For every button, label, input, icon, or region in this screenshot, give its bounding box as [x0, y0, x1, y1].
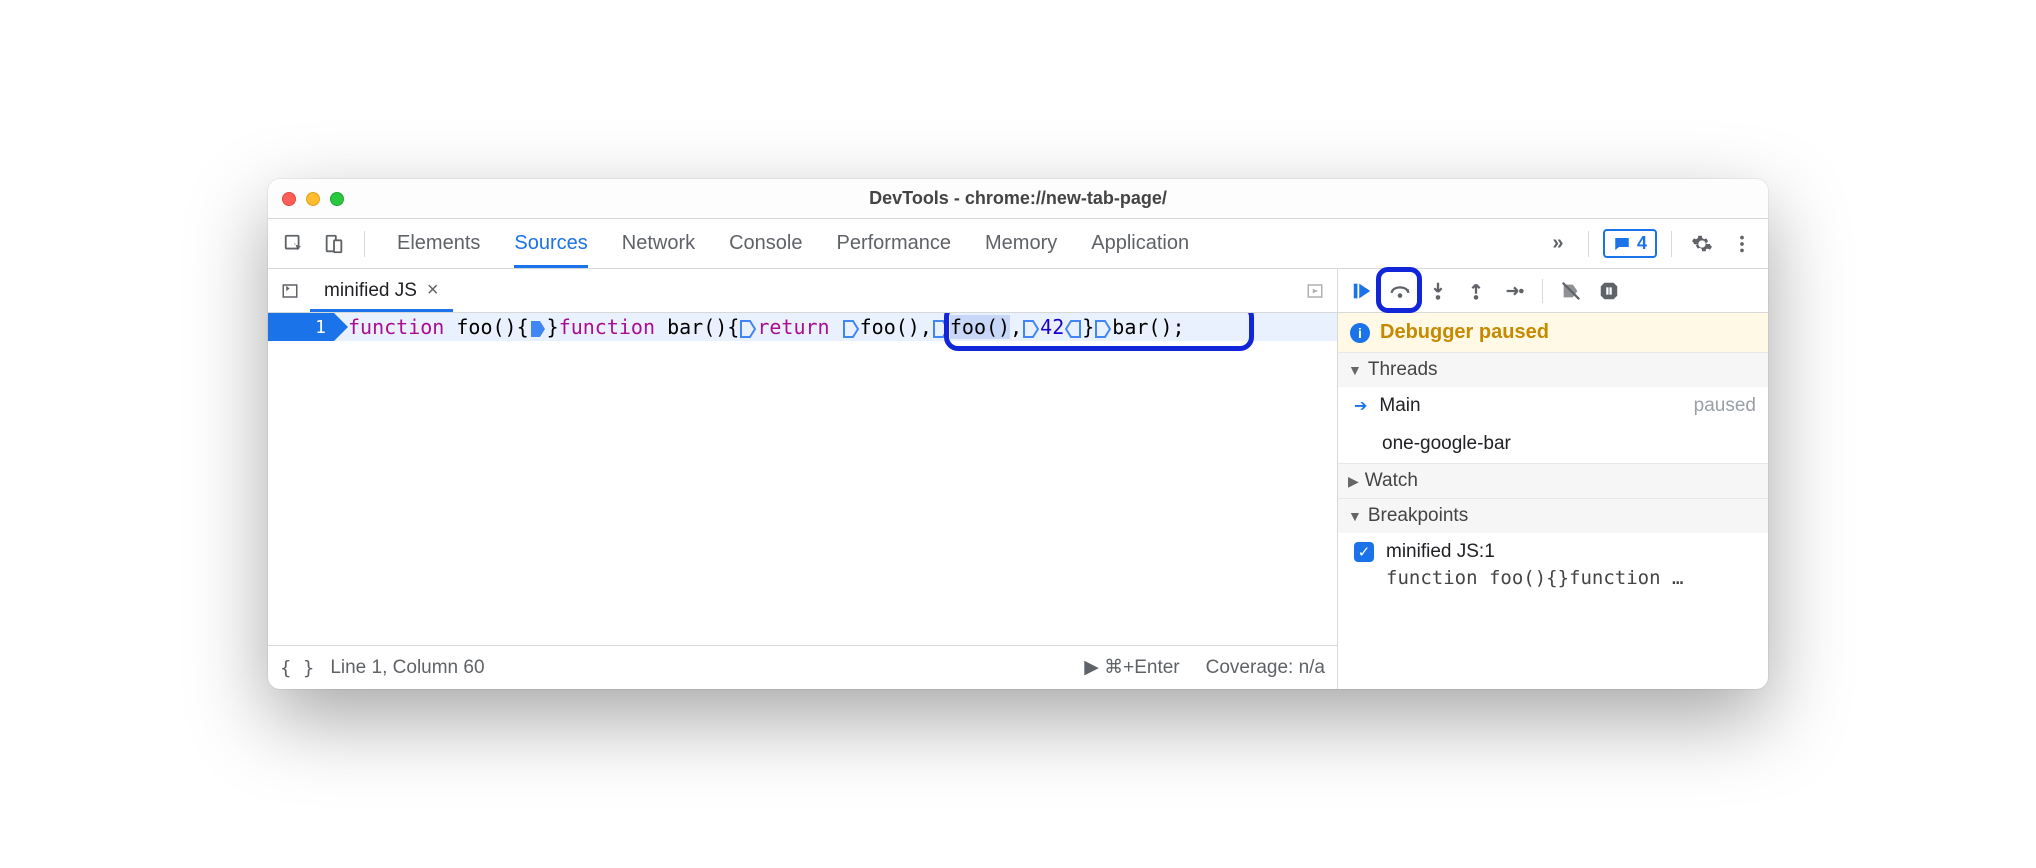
section-label: Threads: [1368, 359, 1438, 381]
tab-network[interactable]: Network: [622, 219, 695, 268]
thread-one-google-bar[interactable]: one-google-bar: [1338, 425, 1768, 463]
section-breakpoints: ▼ Breakpoints ✓ minified JS:1 function f…: [1338, 499, 1768, 599]
window-title: DevTools - chrome://new-tab-page/: [268, 188, 1768, 209]
disclosure-triangle-icon: ▶: [1348, 473, 1359, 490]
section-header-breakpoints[interactable]: ▼ Breakpoints: [1338, 499, 1768, 533]
navigator-toggle-icon[interactable]: [276, 277, 304, 305]
debugger-pane: i Debugger paused ▼ Threads ➔ Main pause…: [1338, 269, 1768, 689]
debugger-toolbar: [1338, 269, 1768, 313]
inspect-element-icon[interactable]: [278, 228, 310, 260]
tok-function: function: [348, 315, 444, 339]
current-thread-arrow-icon: ➔: [1354, 396, 1367, 416]
tok-foo-call: foo(): [860, 315, 920, 339]
messages-badge[interactable]: 4: [1603, 229, 1657, 258]
step-marker-icon[interactable]: [1023, 320, 1039, 338]
section-threads: ▼ Threads ➔ Main paused one-google-bar: [1338, 353, 1768, 464]
toolbar-right: » 4: [1542, 228, 1758, 260]
separator: [1671, 231, 1672, 257]
step-marker-icon[interactable]: [843, 320, 859, 338]
close-file-icon[interactable]: ×: [427, 279, 439, 302]
titlebar: DevTools - chrome://new-tab-page/: [268, 179, 1768, 219]
step-marker-icon[interactable]: [740, 320, 756, 338]
tok-bar-call: bar(): [1112, 315, 1172, 339]
tab-sources[interactable]: Sources: [514, 219, 587, 268]
panel-tabs: Elements Sources Network Console Perform…: [397, 219, 1534, 268]
cursor-position: Line 1, Column 60: [330, 657, 484, 679]
disclosure-triangle-icon: ▼: [1348, 362, 1362, 378]
device-toolbar-icon[interactable]: [318, 228, 350, 260]
disclosure-triangle-icon: ▼: [1348, 508, 1362, 524]
tok-function: function: [559, 315, 655, 339]
more-tabs-icon[interactable]: »: [1542, 228, 1574, 260]
step-marker-icon[interactable]: [1065, 320, 1081, 338]
gutter: 1: [268, 313, 334, 645]
coverage-status: Coverage: n/a: [1206, 657, 1325, 679]
step-button[interactable]: [1500, 277, 1528, 305]
breakpoint-label: minified JS:1: [1386, 541, 1495, 563]
separator: [364, 231, 365, 257]
maximize-window-button[interactable]: [330, 192, 344, 206]
file-tab-label: minified JS: [324, 280, 417, 302]
step-marker-icon[interactable]: [933, 320, 949, 338]
debugger-paused-banner: i Debugger paused: [1338, 313, 1768, 353]
paused-label: Debugger paused: [1380, 321, 1549, 344]
breakpoint-item[interactable]: ✓ minified JS:1 function foo(){}function…: [1338, 533, 1768, 599]
tok-foo-call-selected: foo(): [950, 315, 1010, 339]
line-number[interactable]: 1: [268, 313, 334, 341]
pretty-print-button[interactable]: { }: [280, 657, 314, 679]
tab-memory[interactable]: Memory: [985, 219, 1057, 268]
info-icon: i: [1350, 323, 1370, 343]
breakpoint-code-preview: function foo(){}function …: [1354, 563, 1756, 589]
tok-bar: bar: [667, 315, 703, 339]
tab-console[interactable]: Console: [729, 219, 802, 268]
step-into-button[interactable]: [1424, 277, 1452, 305]
step-marker-icon[interactable]: [1095, 320, 1111, 338]
main-area: minified JS × 1 function foo(){}function…: [268, 269, 1768, 689]
deactivate-breakpoints-button[interactable]: [1557, 277, 1585, 305]
code-editor[interactable]: 1 function foo(){}function bar(){return …: [268, 313, 1337, 645]
tab-performance[interactable]: Performance: [837, 219, 952, 268]
run-snippet-icon[interactable]: [1301, 277, 1329, 305]
section-label: Watch: [1365, 470, 1418, 492]
thread-name: Main: [1379, 395, 1420, 417]
tab-application[interactable]: Application: [1091, 219, 1189, 268]
step-out-button[interactable]: [1462, 277, 1490, 305]
section-watch: ▶ Watch: [1338, 464, 1768, 499]
code-line-1: function foo(){}function bar(){return fo…: [348, 313, 1185, 341]
breakpoint-marker-icon[interactable]: [530, 320, 546, 338]
thread-main[interactable]: ➔ Main paused: [1338, 387, 1768, 425]
minimize-window-button[interactable]: [306, 192, 320, 206]
settings-icon[interactable]: [1686, 228, 1718, 260]
thread-status: paused: [1694, 395, 1756, 417]
editor-statusbar: { } Line 1, Column 60 ▶ ⌘+Enter Coverage…: [268, 645, 1337, 689]
tok-foo: foo: [456, 315, 492, 339]
tab-elements[interactable]: Elements: [397, 219, 480, 268]
resume-button[interactable]: [1348, 277, 1376, 305]
separator: [1588, 231, 1589, 257]
kebab-menu-icon[interactable]: [1726, 228, 1758, 260]
devtools-window: DevTools - chrome://new-tab-page/ Elemen…: [268, 179, 1768, 689]
sources-editor-pane: minified JS × 1 function foo(){}function…: [268, 269, 1338, 689]
breakpoint-checkbox[interactable]: ✓: [1354, 542, 1374, 562]
messages-count: 4: [1637, 233, 1647, 254]
tok-return: return: [757, 315, 829, 339]
section-header-watch[interactable]: ▶ Watch: [1338, 464, 1768, 498]
main-toolbar: Elements Sources Network Console Perform…: [268, 219, 1768, 269]
step-over-button[interactable]: [1386, 277, 1414, 305]
thread-name: one-google-bar: [1382, 433, 1511, 455]
file-tabbar: minified JS ×: [268, 269, 1337, 313]
file-tab-minified-js[interactable]: minified JS ×: [310, 269, 453, 312]
run-hint: ▶ ⌘+Enter: [1084, 656, 1179, 679]
window-controls: [282, 192, 344, 206]
section-header-threads[interactable]: ▼ Threads: [1338, 353, 1768, 387]
tok-42: 42: [1040, 315, 1064, 339]
section-label: Breakpoints: [1368, 505, 1468, 527]
pause-on-exceptions-button[interactable]: [1595, 277, 1623, 305]
close-window-button[interactable]: [282, 192, 296, 206]
